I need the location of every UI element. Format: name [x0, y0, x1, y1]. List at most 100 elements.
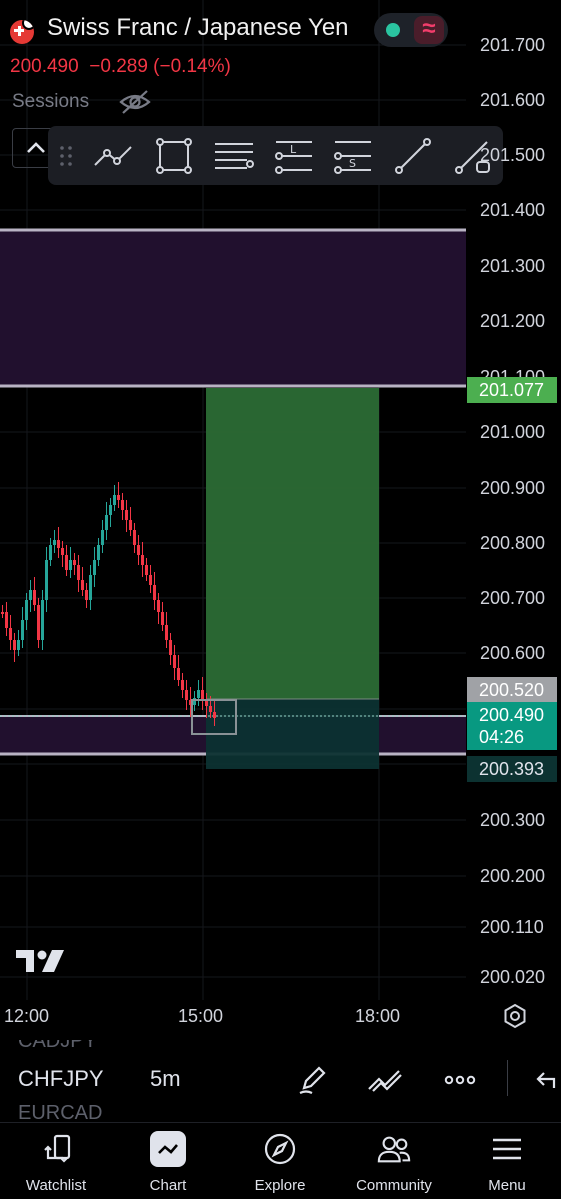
candle-body [125, 510, 128, 520]
long-position-tool[interactable]: L [264, 126, 324, 185]
drawing-mode-button[interactable] [292, 1060, 332, 1100]
current-price-tag: 200.490 04:26 [467, 702, 557, 750]
bottom-navigation: Watchlist Chart Explore Community Menu [0, 1122, 561, 1199]
more-button[interactable] [440, 1060, 480, 1100]
price-change-line: 200.490 −0.289 (−0.14%) [10, 56, 231, 78]
price-axis-label: 200.600 [480, 643, 546, 663]
price-axis-label: 201.300 [480, 256, 546, 276]
candle-body [1, 612, 4, 614]
short-position-tool[interactable]: S [323, 126, 383, 185]
prev-symbol[interactable]: CADJPY [18, 1040, 97, 1053]
time-label: 15:00 [178, 1006, 224, 1026]
data-delay-icon: ≈ [414, 16, 444, 44]
nav-chart[interactable]: Chart [112, 1123, 224, 1199]
market-open-icon [386, 23, 400, 37]
line-tool[interactable] [383, 126, 443, 185]
interval-button[interactable]: 5m [150, 1066, 181, 1092]
symbol-strip: CADJPY CHFJPY EURCAD 5m [0, 1040, 561, 1122]
eye-off-icon[interactable] [118, 88, 152, 116]
next-symbol[interactable]: EURCAD [18, 1102, 102, 1122]
candle-body [57, 540, 60, 548]
undo-icon [535, 1072, 555, 1088]
symbol-title[interactable]: Swiss Franc / Japanese Yen [47, 14, 349, 42]
svg-text:S: S [349, 157, 356, 170]
candle-body [161, 612, 164, 625]
trend-line-tool[interactable] [84, 126, 144, 185]
candle-body [77, 565, 80, 580]
undo-button[interactable] [530, 1060, 561, 1100]
candle-body [137, 545, 140, 555]
symbol-flag-icon [10, 20, 34, 44]
indicators-button[interactable] [365, 1060, 405, 1100]
drag-handle-icon[interactable] [48, 126, 84, 185]
nav-watchlist[interactable]: Watchlist [0, 1123, 112, 1199]
nav-community-label: Community [356, 1177, 432, 1194]
candle-body [49, 545, 52, 560]
candle-body [5, 612, 8, 628]
candle-body [97, 545, 100, 560]
current-symbol-button[interactable]: CHFJPY [18, 1066, 104, 1092]
candle-body [89, 575, 92, 600]
nav-explore[interactable]: Explore [224, 1123, 336, 1199]
more-dots-icon [444, 1075, 476, 1085]
watchlist-icon [38, 1131, 74, 1167]
target-price-tag: 201.077 [467, 377, 557, 403]
candle-body [9, 628, 12, 640]
candle-body [13, 640, 16, 650]
nav-explore-label: Explore [254, 1177, 306, 1194]
candles-group [1, 482, 216, 726]
price-axis-label: 201.700 [480, 35, 546, 55]
candle-body [93, 560, 96, 575]
candle-body [53, 540, 56, 545]
sessions-label: Sessions [12, 91, 90, 112]
drawing-toolbar: L S [48, 126, 503, 185]
trend-line-icon [94, 145, 132, 166]
time-label: 12:00 [4, 1006, 50, 1026]
market-status-pill[interactable]: ≈ [374, 13, 448, 47]
candle-body [157, 600, 160, 612]
price-axis-label: 200.020 [480, 967, 546, 987]
nav-community[interactable]: Community [338, 1123, 450, 1199]
price-axis-label: 200.300 [480, 810, 546, 830]
candle-body [69, 560, 72, 570]
candle-body [185, 690, 188, 700]
short-position-icon: S [334, 140, 372, 174]
entry-price-tag: 200.520 [467, 677, 557, 703]
candle-body [37, 605, 40, 640]
menu-icon [489, 1131, 525, 1167]
long-position-target-area [206, 388, 379, 699]
chart-icon [150, 1131, 186, 1167]
candle-body [117, 495, 120, 500]
nav-watchlist-label: Watchlist [25, 1177, 87, 1194]
price-axis-label: 200.700 [480, 588, 546, 608]
price-change: −0.289 (−0.14%) [89, 56, 231, 77]
price-axis-label: 201.500 [480, 145, 546, 165]
chart-settings-icon[interactable] [502, 1003, 528, 1029]
candle-body [101, 530, 104, 545]
line-icon [395, 137, 432, 174]
parallel-channel-icon [214, 142, 254, 169]
community-icon [376, 1131, 412, 1167]
nav-menu[interactable]: Menu [451, 1123, 561, 1199]
candle-body [201, 690, 204, 700]
rectangle-tool[interactable] [144, 126, 204, 185]
bar-countdown: 04:26 [479, 727, 525, 747]
candle-body [133, 530, 136, 545]
candle-body [173, 655, 176, 668]
price-axis-label: 201.000 [480, 422, 546, 442]
parallel-channel-tool[interactable] [204, 126, 264, 185]
candle-body [21, 620, 24, 640]
candle-body [209, 706, 212, 712]
price-axis-label: 201.400 [480, 200, 546, 220]
candle-body [61, 548, 64, 555]
candle-body [181, 680, 184, 690]
candle-body [149, 575, 152, 585]
tradingview-logo-icon [16, 950, 64, 972]
price-axis-label: 200.800 [480, 533, 546, 553]
candle-body [105, 515, 108, 530]
candle-body [177, 668, 180, 680]
candle-body [45, 560, 48, 600]
candle-body [165, 625, 168, 640]
price-axis-label: 201.600 [480, 90, 546, 110]
candle-body [81, 580, 84, 590]
